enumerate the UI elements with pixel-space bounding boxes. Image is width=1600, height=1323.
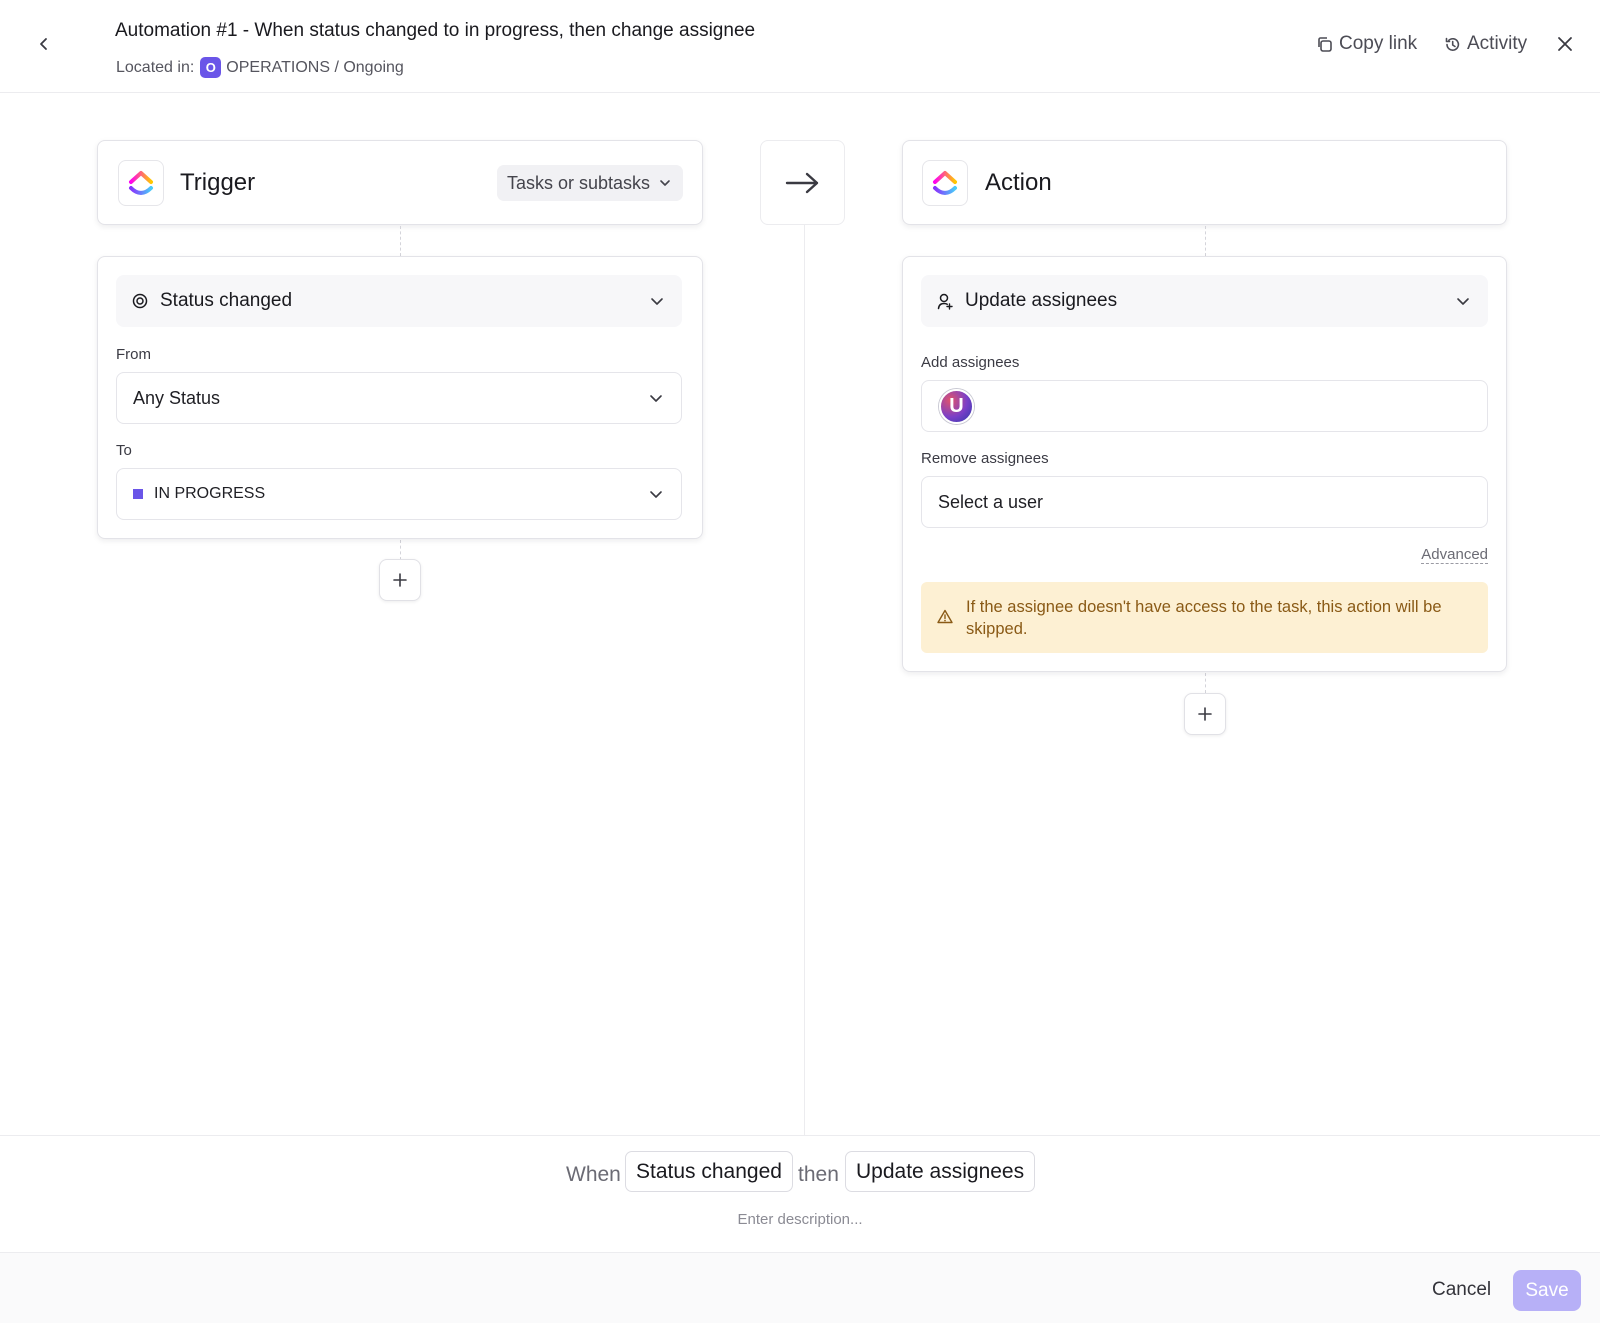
trigger-event-label: Status changed <box>160 290 293 311</box>
connector-line <box>400 540 401 560</box>
activity-button[interactable]: Activity <box>1444 33 1527 55</box>
connector-line <box>1205 673 1206 693</box>
chevron-down-icon <box>650 491 662 498</box>
description-input[interactable]: Enter description... <box>0 1211 1600 1228</box>
from-status-value: Any Status <box>133 387 221 408</box>
status-color-swatch <box>133 489 143 499</box>
chevron-down-icon <box>660 180 670 186</box>
copy-link-label: Copy link <box>1339 33 1418 54</box>
flow-arrow <box>760 140 845 225</box>
add-assignees-label: Add assignees <box>921 354 1020 371</box>
action-event-label: Update assignees <box>965 290 1118 311</box>
advanced-link[interactable]: Advanced <box>1421 546 1488 564</box>
chevron-down-icon <box>651 298 663 305</box>
avatar[interactable]: U <box>939 388 974 424</box>
location-path[interactable]: OPERATIONS / Ongoing <box>226 59 404 77</box>
user-icon <box>937 293 953 310</box>
breadcrumb: Located in: O OPERATIONS / Ongoing <box>116 57 404 78</box>
copy-icon <box>1318 36 1332 52</box>
warning-icon <box>937 609 953 624</box>
action-title: Action <box>985 169 1052 196</box>
trigger-title: Trigger <box>180 169 256 196</box>
plus-icon <box>393 573 407 587</box>
clickup-logo <box>118 160 164 206</box>
chevron-left-icon <box>40 38 47 50</box>
status-icon <box>132 293 148 309</box>
remove-assignees-field[interactable]: Select a user <box>921 476 1488 528</box>
location-label: Located in: <box>116 58 195 76</box>
back-button[interactable] <box>30 30 58 58</box>
clickup-logo-icon <box>129 171 153 195</box>
arrow-right-icon <box>785 172 819 194</box>
cancel-button[interactable]: Cancel <box>1432 1279 1491 1301</box>
from-status-dropdown[interactable]: Any Status <box>116 372 682 424</box>
connector-line <box>1205 226 1206 256</box>
remove-assignees-placeholder: Select a user <box>938 491 1044 512</box>
warning-banner: If the assignee doesn't have access to t… <box>921 582 1488 653</box>
to-status-dropdown[interactable]: IN PROGRESS <box>116 468 682 520</box>
trigger-scope-label: Tasks or subtasks <box>507 172 651 193</box>
space-avatar: O <box>200 57 222 78</box>
history-icon <box>1445 37 1460 51</box>
trigger-event-dropdown[interactable]: Status changed <box>116 275 682 327</box>
close-button[interactable] <box>1554 33 1576 55</box>
page-title: Automation #1 - When status changed to i… <box>115 20 756 41</box>
to-label: To <box>116 442 132 459</box>
save-button[interactable]: Save <box>1513 1270 1581 1311</box>
add-trigger-condition-button[interactable] <box>379 559 421 601</box>
trigger-scope-dropdown[interactable]: Tasks or subtasks <box>497 165 683 201</box>
footer-bar <box>0 1252 1600 1323</box>
chevron-down-icon <box>1457 298 1469 305</box>
summary-then: then <box>798 1163 839 1186</box>
summary-when: When <box>566 1163 621 1186</box>
from-label: From <box>116 346 151 363</box>
trigger-card: Trigger Tasks or subtasks <box>97 140 703 225</box>
summary-trigger-chip[interactable]: Status changed <box>625 1151 793 1192</box>
summary-bar <box>0 1135 1600 1252</box>
add-assignees-field[interactable]: U <box>921 380 1488 432</box>
copy-link-button[interactable]: Copy link <box>1316 33 1417 55</box>
plus-icon <box>1198 707 1212 721</box>
to-status-value: IN PROGRESS <box>154 485 266 502</box>
add-action-button[interactable] <box>1184 693 1226 735</box>
connector-line <box>400 226 401 256</box>
trigger-config-card: Status changed From Any Status To IN PRO… <box>97 256 703 539</box>
activity-label: Activity <box>1467 33 1528 54</box>
close-icon <box>1558 37 1572 51</box>
clickup-logo <box>922 160 968 206</box>
action-card: Action <box>902 140 1507 225</box>
action-event-dropdown[interactable]: Update assignees <box>921 275 1488 327</box>
avatar-initial: U <box>949 394 964 417</box>
remove-assignees-label: Remove assignees <box>921 450 1049 467</box>
summary-action-chip[interactable]: Update assignees <box>845 1151 1036 1192</box>
header: Automation #1 - When status changed to i… <box>0 0 1600 93</box>
chevron-down-icon <box>650 395 662 402</box>
warning-text: If the assignee doesn't have access to t… <box>966 598 1442 638</box>
clickup-logo-icon <box>933 171 957 195</box>
flow-divider <box>804 225 805 1135</box>
